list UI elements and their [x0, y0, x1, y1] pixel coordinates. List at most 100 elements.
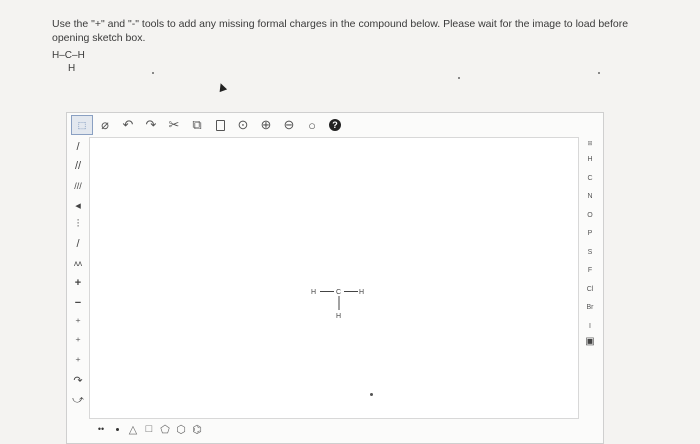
cyclohexane-icon: ⬡: [176, 423, 186, 436]
left-toolbar: / // /// ◂ ⫶ / ʌʌ + − ⁺ ⁺ ⁺ ↷ ⤻: [67, 137, 89, 437]
triple-bond-button[interactable]: ///: [68, 176, 88, 196]
copy-icon: ⧉: [192, 117, 202, 132]
atom-c[interactable]: C: [336, 289, 341, 296]
cyclopropane-button[interactable]: △: [125, 423, 141, 436]
stray-dot: [598, 72, 600, 74]
mouse-cursor-icon: [216, 81, 228, 93]
select-tool-icon: ⬚: [77, 119, 87, 130]
wedge-bond-icon: ◂: [75, 199, 81, 212]
cyclopentane-button[interactable]: ⬠: [157, 423, 173, 436]
dot-button[interactable]: [109, 427, 125, 431]
radical-plus-button[interactable]: ⁺: [68, 332, 88, 352]
zoom-fit-button[interactable]: ⊙: [232, 115, 254, 135]
charge-plus-button[interactable]: +: [68, 274, 88, 294]
cut-button[interactable]: ✂: [163, 115, 185, 135]
element-i-button[interactable]: I: [589, 318, 591, 337]
cyclopentane-icon: ⬠: [160, 423, 170, 436]
zoom-reset-icon: ○: [308, 117, 316, 133]
question-instructions: Use the "+" and "-" tools to add any mis…: [52, 18, 629, 44]
double-bond-icon: //: [74, 160, 82, 173]
element-h-button[interactable]: H: [587, 151, 592, 170]
more-options-icon: ••: [97, 424, 105, 434]
eraser-tool-icon: ⌀: [101, 117, 109, 132]
help-button[interactable]: ?: [324, 115, 346, 135]
single-bond-icon: /: [76, 140, 80, 153]
any-bond-icon: /: [76, 238, 80, 251]
half-arrow-button[interactable]: ⤻: [68, 391, 88, 411]
more-options-button[interactable]: ••: [93, 424, 109, 434]
molecule-drawing: H C H H: [311, 289, 364, 320]
element-o-button[interactable]: O: [587, 207, 592, 226]
charge-plus-icon: +: [74, 277, 82, 290]
stray-dot: [458, 77, 460, 79]
double-bond-button[interactable]: //: [68, 157, 88, 177]
undo-icon: ↶: [122, 117, 134, 132]
zoom-out-button[interactable]: ⊖: [278, 115, 300, 135]
hash-bond-icon: ⫶: [76, 218, 80, 231]
paste-button[interactable]: [209, 115, 231, 135]
charge-minus-button[interactable]: −: [68, 293, 88, 313]
chain-tool-icon: ʌʌ: [74, 259, 82, 269]
lone-pair-plus-icon: ⁺: [75, 316, 81, 329]
eraser-tool-button[interactable]: ⌀: [94, 115, 116, 135]
electron-plus-icon: ⁺: [75, 355, 81, 368]
select-tool-button[interactable]: ⬚: [71, 115, 93, 135]
lone-pair-plus-button[interactable]: ⁺: [68, 313, 88, 333]
triple-bond-icon: ///: [74, 180, 82, 191]
cyclohexane-button[interactable]: ⬡: [173, 423, 189, 436]
cyclobutane-icon: □: [145, 423, 153, 435]
benzene-icon: ⌬: [192, 423, 202, 436]
element-p-button[interactable]: P: [588, 225, 593, 244]
element-c-button[interactable]: C: [587, 170, 592, 189]
paste-icon: [215, 119, 225, 131]
preview-row-bottom: H: [68, 63, 76, 74]
zoom-in-button[interactable]: ⊕: [255, 115, 277, 135]
curved-arrow-button[interactable]: ↷: [68, 371, 88, 391]
hash-bond-button[interactable]: ⫶: [68, 215, 88, 235]
redo-icon: ↷: [145, 117, 157, 132]
curved-arrow-icon: ↷: [73, 375, 83, 388]
preview-structure: H–C–H H: [52, 50, 85, 74]
top-toolbar: ⬚ ⌀ ↶ ↷ ✂ ⧉ ⊙ ⊕ ⊖ ○ ?: [67, 113, 603, 137]
cyclobutane-button[interactable]: □: [141, 423, 157, 435]
element-br-button[interactable]: Br: [587, 299, 594, 318]
element-f-button[interactable]: F: [588, 262, 592, 281]
atom-h-bottom[interactable]: H: [336, 313, 341, 320]
cut-icon: ✂: [168, 117, 180, 132]
atom-properties-button[interactable]: ▣: [585, 336, 594, 354]
copy-button[interactable]: ⧉: [186, 115, 208, 135]
charge-minus-icon: −: [74, 296, 82, 309]
element-n-button[interactable]: N: [587, 188, 592, 207]
zoom-in-icon: ⊕: [260, 117, 272, 132]
zoom-out-icon: ⊖: [283, 117, 295, 132]
stray-dot: [152, 72, 154, 74]
electron-plus-button[interactable]: ⁺: [68, 352, 88, 372]
dot-icon: [115, 427, 119, 431]
cyclopropane-icon: △: [128, 423, 138, 436]
zoom-fit-icon: ⊙: [237, 117, 249, 132]
chain-tool-button[interactable]: ʌʌ: [68, 254, 88, 274]
preview-row-top: H–C–H: [52, 50, 85, 61]
element-cl-button[interactable]: Cl: [587, 281, 594, 300]
help-icon: ?: [329, 119, 341, 131]
single-bond-button[interactable]: /: [68, 137, 88, 157]
wedge-bond-button[interactable]: ◂: [68, 196, 88, 216]
benzene-button[interactable]: ⌬: [189, 423, 205, 436]
element-s-button[interactable]: S: [588, 244, 593, 263]
element-toolbar: ⊞ H C N O P S F Cl Br I ▣: [577, 137, 603, 372]
redo-button[interactable]: ↷: [140, 115, 162, 135]
atom-properties-icon: ▣: [585, 336, 595, 347]
half-arrow-icon: ⤻: [72, 393, 84, 406]
ring-toolbar: •• △ □ ⬠ ⬡ ⌬: [93, 419, 293, 439]
canvas-dot: [370, 393, 373, 396]
undo-button[interactable]: ↶: [117, 115, 139, 135]
any-bond-button[interactable]: /: [68, 235, 88, 255]
drawing-canvas[interactable]: H C H H: [89, 137, 579, 419]
atom-h-right[interactable]: H: [359, 289, 364, 296]
zoom-reset-button[interactable]: ○: [301, 115, 323, 135]
radical-plus-icon: ⁺: [75, 336, 81, 349]
periodic-table-icon: ⊞: [587, 141, 593, 147]
periodic-table-button[interactable]: ⊞: [587, 137, 592, 151]
atom-h-left[interactable]: H: [311, 289, 316, 296]
sketch-editor[interactable]: ⬚ ⌀ ↶ ↷ ✂ ⧉ ⊙ ⊕ ⊖ ○ ? / // /// ◂ ⫶ / ʌʌ …: [66, 112, 604, 444]
